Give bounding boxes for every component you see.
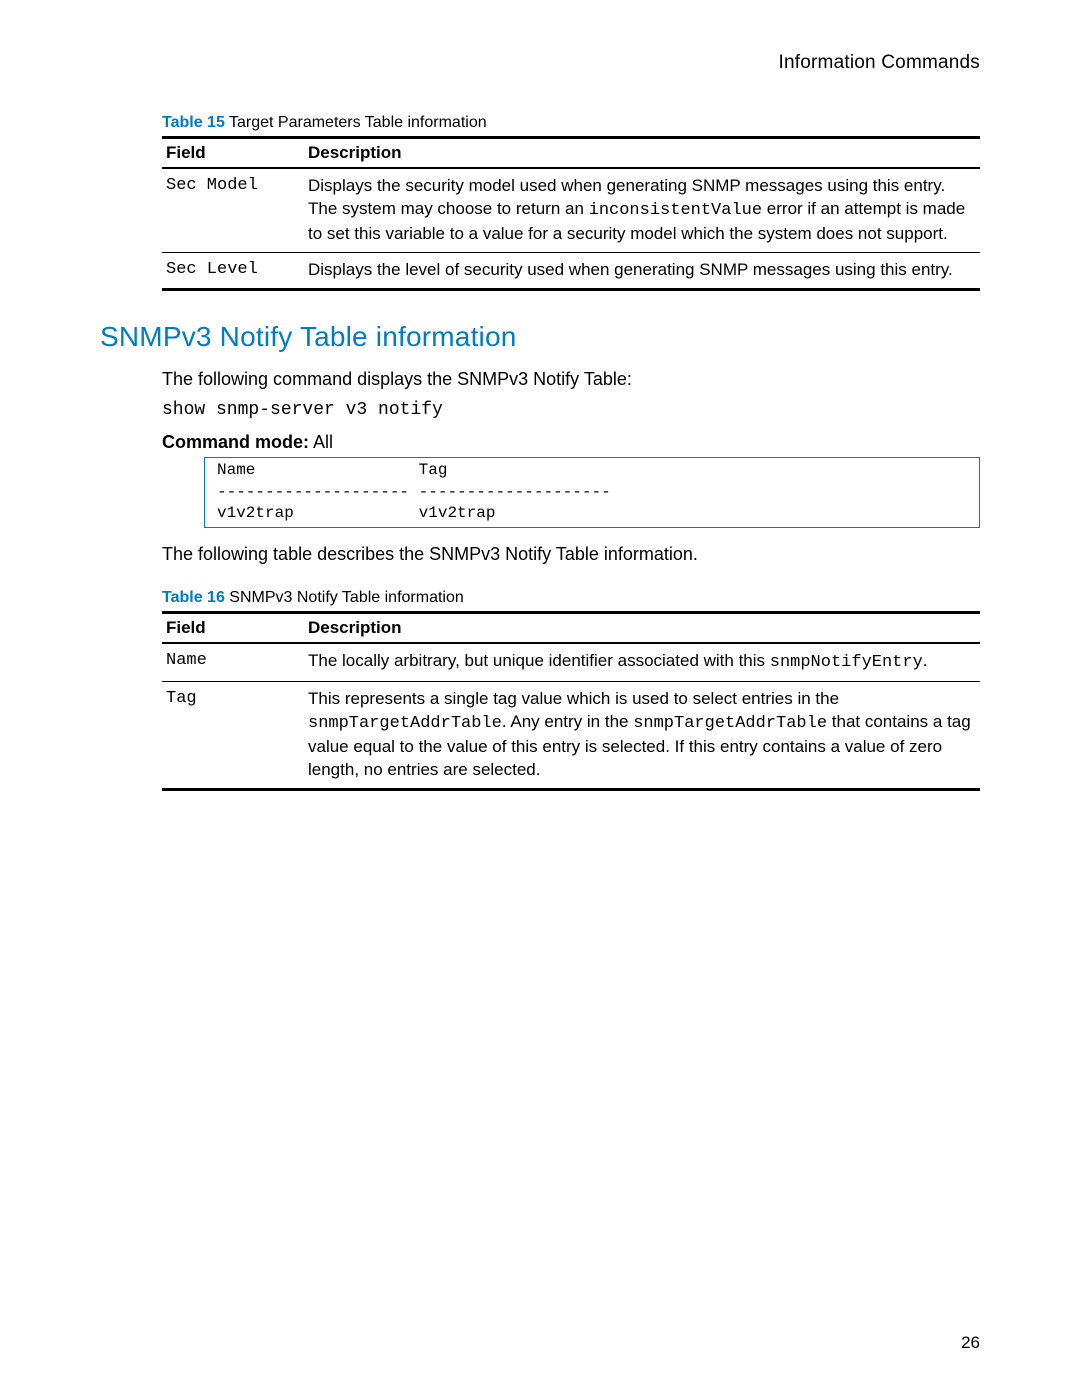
table-row: Tag This represents a single tag value w… <box>162 682 980 790</box>
page-container: Information Commands Table 15 Target Par… <box>0 0 1080 861</box>
section-heading: SNMPv3 Notify Table information <box>100 321 980 353</box>
desc-code: snmpTargetAddrTable <box>633 714 827 733</box>
table16-caption-label: Table 16 <box>162 589 225 606</box>
table15-header-field: Field <box>162 138 304 169</box>
desc-code: inconsistentValue <box>589 201 762 220</box>
command-mode-line: Command mode: All <box>162 430 980 455</box>
table15-caption-title: Target Parameters Table information <box>229 114 487 131</box>
section-intro: The following command displays the SNMPv… <box>162 367 980 392</box>
table16-header-field: Field <box>162 613 304 644</box>
table15-row1-field: Sec Level <box>162 252 304 289</box>
table15-caption: Table 15 Target Parameters Table informa… <box>162 114 980 132</box>
table16-row0-desc: The locally arbitrary, but unique identi… <box>304 643 980 681</box>
table-header-row: Field Description <box>162 613 980 644</box>
table16-row0-field: Name <box>162 643 304 681</box>
table16-caption: Table 16 SNMPv3 Notify Table information <box>162 589 980 607</box>
table-row: Sec Model Displays the security model us… <box>162 168 980 252</box>
desc-text: This represents a single tag value which… <box>308 689 839 708</box>
table-row: Name The locally arbitrary, but unique i… <box>162 643 980 681</box>
page-number: 26 <box>961 1333 980 1353</box>
command-mode-label: Command mode: <box>162 432 309 452</box>
table15-row0-desc: Displays the security model used when ge… <box>304 168 980 252</box>
table15-caption-label: Table 15 <box>162 114 225 131</box>
table16-row1-field: Tag <box>162 682 304 790</box>
desc-code: snmpTargetAddrTable <box>308 714 502 733</box>
desc-text: The locally arbitrary, but unique identi… <box>308 651 770 670</box>
table16-caption-title: SNMPv3 Notify Table information <box>229 589 463 606</box>
table15-block: Table 15 Target Parameters Table informa… <box>162 114 980 291</box>
table16-header-desc: Description <box>304 613 980 644</box>
command-mode-value: All <box>309 432 333 452</box>
command-output-box: Name Tag -------------------- ----------… <box>204 457 980 528</box>
table15: Field Description Sec Model Displays the… <box>162 136 980 291</box>
table16: Field Description Name The locally arbit… <box>162 611 980 791</box>
desc-text: . <box>923 651 928 670</box>
table-header-row: Field Description <box>162 138 980 169</box>
table16-row1-desc: This represents a single tag value which… <box>304 682 980 790</box>
header-category: Information Commands <box>100 52 980 74</box>
desc-text: . Any entry in the <box>502 712 633 731</box>
table16-intro: The following table describes the SNMPv3… <box>162 542 980 567</box>
section-command: show snmp-server v3 notify <box>162 400 980 420</box>
section-body: The following command displays the SNMPv… <box>162 367 980 791</box>
table15-row0-field: Sec Model <box>162 168 304 252</box>
desc-code: snmpNotifyEntry <box>770 653 923 672</box>
desc-text: Displays the level of security used when… <box>308 260 953 279</box>
table15-row1-desc: Displays the level of security used when… <box>304 252 980 289</box>
table-row: Sec Level Displays the level of security… <box>162 252 980 289</box>
table15-header-desc: Description <box>304 138 980 169</box>
